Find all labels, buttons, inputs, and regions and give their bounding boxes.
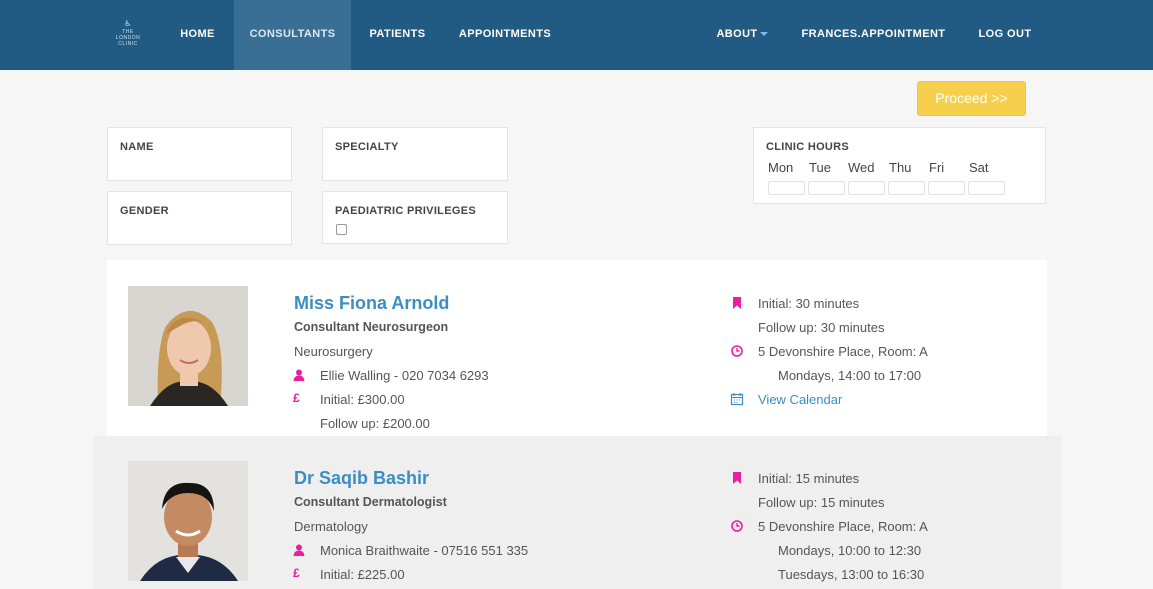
consultant-secretary: Monica Braithwaite - 07516 551 335 bbox=[320, 543, 529, 558]
proceed-button[interactable]: Proceed >> bbox=[917, 81, 1026, 116]
consultant-specialty: Dermatology bbox=[294, 519, 368, 534]
logo-line-3: CLINIC bbox=[118, 41, 138, 47]
filter-name-label: NAME bbox=[120, 141, 154, 153]
day-input-sat[interactable] bbox=[968, 181, 1005, 195]
view-calendar-link[interactable]: View Calendar bbox=[758, 392, 842, 407]
duration-follow-up: Follow up: 15 minutes bbox=[758, 495, 885, 510]
consultant-specialty: Neurosurgery bbox=[294, 344, 373, 359]
consultant-photo bbox=[128, 461, 248, 581]
nav-home[interactable]: HOME bbox=[167, 0, 228, 70]
fee-initial: Initial: £300.00 bbox=[320, 392, 405, 407]
pound-icon: £ bbox=[293, 566, 300, 580]
day-label-wed: Wed bbox=[848, 160, 875, 175]
filter-specialty-label: SPECIALTY bbox=[335, 141, 399, 153]
clinic-hours-label: CLINIC HOURS bbox=[766, 141, 850, 153]
day-label-sat: Sat bbox=[969, 160, 989, 175]
day-input-tue[interactable] bbox=[808, 181, 845, 195]
clock-icon bbox=[731, 345, 743, 357]
filter-gender-label: GENDER bbox=[120, 205, 169, 217]
filter-paediatric: PAEDIATRIC PRIVILEGES bbox=[322, 191, 508, 244]
consultant-title: Consultant Dermatologist bbox=[294, 495, 447, 509]
nav-about-label: ABOUT bbox=[716, 28, 758, 40]
consultant-photo bbox=[128, 286, 248, 406]
consultant-name[interactable]: Dr Saqib Bashir bbox=[294, 468, 429, 489]
london-clinic-logo[interactable]: ♿ THE LONDON CLINIC bbox=[112, 20, 144, 48]
fee-follow-up: Follow up: £200.00 bbox=[320, 416, 430, 431]
clinic-session: Mondays, 14:00 to 17:00 bbox=[778, 368, 922, 383]
consultant-title: Consultant Neurosurgeon bbox=[294, 320, 449, 334]
day-input-wed[interactable] bbox=[848, 181, 885, 195]
day-label-fri: Fri bbox=[929, 160, 945, 175]
day-label-mon: Mon bbox=[768, 160, 794, 175]
user-icon bbox=[293, 369, 305, 381]
day-label-thu: Thu bbox=[889, 160, 912, 175]
day-input-mon[interactable] bbox=[768, 181, 805, 195]
nav-user-account[interactable]: FRANCES.APPOINTMENT bbox=[789, 0, 958, 70]
filter-clinic-hours: CLINIC HOURS Mon Tue Wed Thu Fri Sat bbox=[753, 127, 1046, 204]
clinic-location: 5 Devonshire Place, Room: A bbox=[758, 344, 928, 359]
clinic-location: 5 Devonshire Place, Room: A bbox=[758, 519, 928, 534]
clinic-session: Tuesdays, 13:00 to 16:30 bbox=[778, 567, 925, 582]
day-input-fri[interactable] bbox=[928, 181, 965, 195]
calendar-icon bbox=[730, 393, 744, 406]
filter-paediatric-label: PAEDIATRIC PRIVILEGES bbox=[335, 205, 476, 217]
fee-initial: Initial: £225.00 bbox=[320, 567, 405, 582]
day-input-thu[interactable] bbox=[888, 181, 925, 195]
filter-specialty[interactable]: SPECIALTY bbox=[322, 127, 508, 181]
nav-about[interactable]: ABOUT bbox=[705, 0, 779, 70]
top-navbar: ♿ THE LONDON CLINIC HOME CONSULTANTS PAT… bbox=[0, 0, 1153, 70]
duration-initial: Initial: 15 minutes bbox=[758, 471, 860, 486]
bookmark-icon bbox=[733, 472, 741, 484]
filter-gender[interactable]: GENDER bbox=[107, 191, 292, 245]
consultant-card: Miss Fiona Arnold Consultant Neurosurgeo… bbox=[107, 260, 1047, 436]
duration-follow-up: Follow up: 30 minutes bbox=[758, 320, 885, 335]
user-icon bbox=[293, 544, 305, 556]
chevron-down-icon bbox=[759, 32, 768, 37]
nav-patients[interactable]: PATIENTS bbox=[357, 0, 438, 70]
nav-consultants[interactable]: CONSULTANTS bbox=[234, 0, 351, 70]
duration-initial: Initial: 30 minutes bbox=[758, 296, 860, 311]
clinic-session: Mondays, 10:00 to 12:30 bbox=[778, 543, 922, 558]
nav-appointments[interactable]: APPOINTMENTS bbox=[446, 0, 564, 70]
pound-icon: £ bbox=[293, 391, 300, 405]
consultant-card: Dr Saqib Bashir Consultant Dermatologist… bbox=[93, 436, 1061, 589]
nav-logout[interactable]: LOG OUT bbox=[966, 0, 1044, 70]
consultant-name[interactable]: Miss Fiona Arnold bbox=[294, 293, 449, 314]
bookmark-icon bbox=[733, 297, 741, 309]
day-label-tue: Tue bbox=[809, 160, 831, 175]
filter-name[interactable]: NAME bbox=[107, 127, 292, 181]
clock-icon bbox=[731, 520, 743, 532]
consultant-secretary: Ellie Walling - 020 7034 6293 bbox=[320, 368, 489, 383]
paediatric-checkbox[interactable] bbox=[336, 224, 347, 235]
